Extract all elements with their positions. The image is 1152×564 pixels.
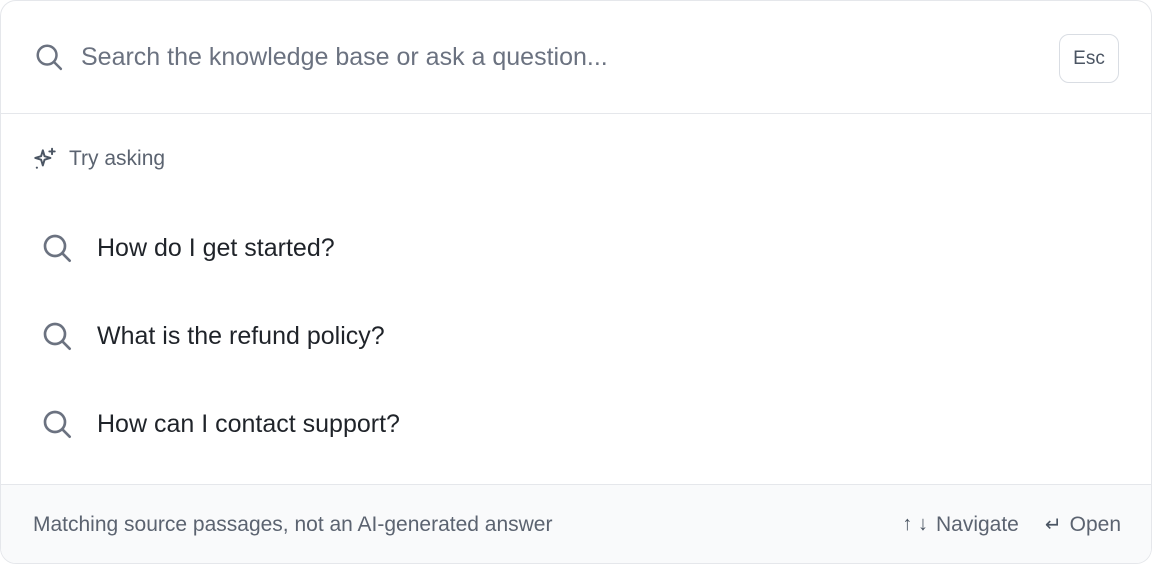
suggestion-item[interactable]: What is the refund policy? xyxy=(29,306,629,366)
suggestions-header: Try asking xyxy=(32,144,165,174)
suggestion-item[interactable]: How can I contact support? xyxy=(29,394,629,454)
footer: Matching source passages, not an AI-gene… xyxy=(1,484,1151,563)
open-hint: ↵ Open xyxy=(1045,512,1121,537)
esc-button[interactable]: Esc xyxy=(1059,34,1119,83)
enter-key-icon: ↵ xyxy=(1044,514,1062,536)
suggestions-header-label: Try asking xyxy=(69,147,166,170)
search-input[interactable] xyxy=(81,37,1021,77)
search-icon xyxy=(36,44,63,71)
navigate-hint: ↑ ↓ Navigate xyxy=(902,513,1018,537)
search-dialog: Esc Try asking How do I get started? Wha… xyxy=(0,0,1152,564)
search-icon xyxy=(43,410,71,438)
search-bar: Esc xyxy=(1,1,1151,114)
keyboard-hints: ↑ ↓ Navigate ↵ Open xyxy=(902,512,1121,537)
search-icon xyxy=(43,234,71,262)
open-label: Open xyxy=(1069,512,1121,536)
footer-note: Matching source passages, not an AI-gene… xyxy=(33,513,553,536)
sparkles-icon xyxy=(34,147,56,169)
arrow-keys-icon: ↑ ↓ xyxy=(902,513,928,535)
suggestion-label: How can I contact support? xyxy=(97,409,400,438)
search-icon xyxy=(43,322,71,350)
suggestion-label: What is the refund policy? xyxy=(97,321,385,350)
suggestion-item[interactable]: How do I get started? xyxy=(29,218,629,278)
suggestion-label: How do I get started? xyxy=(97,233,335,262)
navigate-label: Navigate xyxy=(935,512,1019,536)
